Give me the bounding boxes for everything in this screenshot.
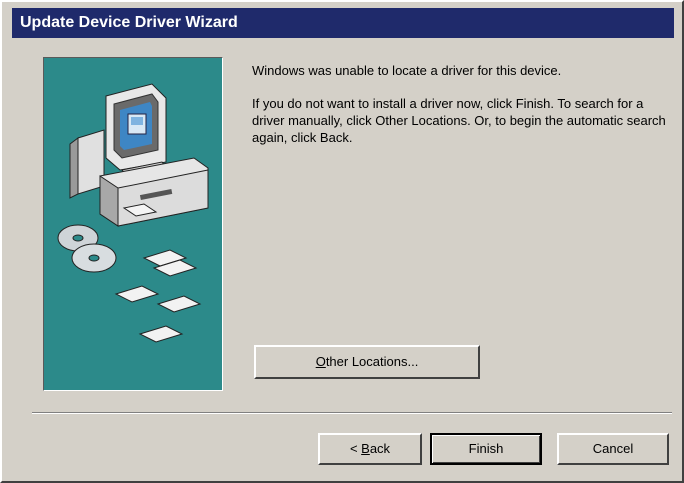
finish-label: Finish xyxy=(468,441,504,456)
message-line1: Windows was unable to locate a driver fo… xyxy=(252,63,562,78)
cancel-button[interactable]: Cancel xyxy=(557,433,669,465)
back-prefix: < xyxy=(349,441,362,456)
cancel-label: Cancel xyxy=(592,441,634,456)
computer-illustration xyxy=(57,83,209,343)
wizard-window: Update Device Driver Wizard Windows was … xyxy=(0,0,684,483)
cd-discs-icon xyxy=(57,224,117,273)
button-separator xyxy=(32,412,672,414)
window-title: Update Device Driver Wizard xyxy=(20,14,238,31)
title-bar[interactable]: Update Device Driver Wizard xyxy=(12,8,674,38)
other-locations-button[interactable]: Other Locations... xyxy=(254,345,480,379)
wizard-illustration-panel xyxy=(43,57,223,391)
back-mnemonic: B xyxy=(361,441,370,456)
finish-button[interactable]: Finish xyxy=(430,433,542,465)
wizard-message: Windows was unable to locate a driver fo… xyxy=(252,62,672,162)
floppy-disks-icon xyxy=(114,249,202,343)
back-label: ack xyxy=(369,441,391,456)
other-locations-label: ther Locations... xyxy=(325,354,419,369)
back-button[interactable]: < Back xyxy=(318,433,422,465)
message-line2: If you do not want to install a driver n… xyxy=(252,96,666,145)
other-locations-mnemonic: O xyxy=(315,354,326,369)
